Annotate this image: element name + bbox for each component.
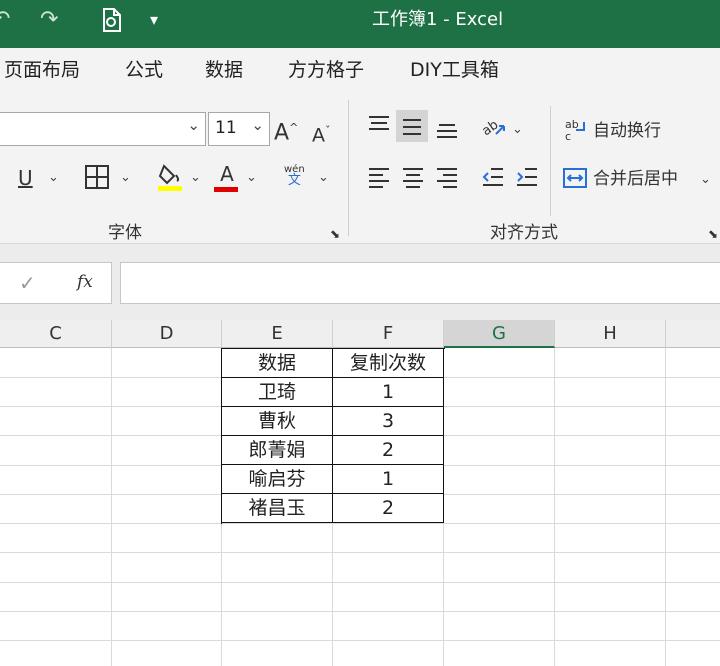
ribbon: ⌄ 11 ⌄ A^ Aˇ U ⌄ ⌄ ⌄ A ⌄ wén 文 ⌄ 字体 ⬊ ab…	[0, 92, 720, 244]
gridline	[554, 348, 555, 666]
tab-data[interactable]: 数据	[205, 58, 243, 82]
font-dialog-launcher-icon[interactable]: ⬊	[330, 222, 340, 246]
merge-center-label[interactable]: 合并后居中	[593, 167, 678, 191]
column-header-next[interactable]	[666, 320, 720, 348]
table-cell[interactable]: 1	[333, 465, 444, 494]
alignment-dialog-launcher-icon[interactable]: ⬊	[708, 222, 718, 246]
font-color-swatch	[214, 187, 238, 192]
tab-diy-toolbox[interactable]: DIY工具箱	[410, 58, 499, 82]
column-header-f[interactable]: F	[333, 320, 444, 348]
gridline	[0, 552, 720, 553]
undo-icon[interactable]: ↶	[0, 7, 10, 33]
column-header-g[interactable]: G	[444, 320, 555, 348]
align-top-icon[interactable]	[366, 114, 392, 141]
font-size-value: 11	[215, 118, 237, 138]
print-preview-icon[interactable]	[100, 7, 124, 40]
increase-indent-icon[interactable]	[514, 166, 540, 193]
column-header-c[interactable]: C	[0, 320, 112, 348]
column-header-h[interactable]: H	[555, 320, 666, 348]
worksheet-grid[interactable]: C D E F G H 数据 复制次数 卫琦 1 曹秋 3 郎菁娟 2 喻启芬 …	[0, 320, 720, 666]
table-cell[interactable]: 1	[333, 378, 444, 407]
font-group-label: 字体	[108, 223, 142, 243]
align-middle-icon[interactable]	[396, 110, 428, 142]
fill-color-icon[interactable]	[156, 162, 184, 197]
alignment-group-label: 对齐方式	[490, 223, 558, 243]
table-cell[interactable]: 3	[333, 407, 444, 436]
chevron-down-icon: ⌄	[251, 116, 264, 134]
gridline	[665, 348, 666, 666]
cancel-entry-icon[interactable]: ✓	[19, 271, 36, 295]
column-header-e[interactable]: E	[222, 320, 333, 348]
merge-center-icon[interactable]	[562, 166, 588, 195]
gridline	[0, 611, 720, 612]
wrap-text-icon[interactable]: ab c	[564, 118, 590, 147]
shrink-font-button[interactable]: Aˇ	[312, 119, 331, 147]
font-color-button[interactable]: A	[214, 162, 240, 192]
table-cell[interactable]: 卫琦	[222, 378, 333, 407]
chevron-down-icon[interactable]: ⌄	[246, 170, 257, 185]
tab-page-layout[interactable]: 页面布局	[4, 58, 80, 82]
column-header-d[interactable]: D	[112, 320, 222, 348]
wrap-text-label[interactable]: 自动换行	[593, 119, 661, 143]
align-right-icon[interactable]	[434, 166, 460, 193]
chevron-down-icon[interactable]: ⌄	[318, 170, 329, 185]
phonetic-guide-button[interactable]: wén 文	[284, 164, 305, 187]
chevron-down-icon[interactable]: ⌄	[700, 172, 711, 187]
ribbon-separator	[550, 106, 551, 216]
redo-icon[interactable]: ↷	[40, 7, 58, 33]
align-left-icon[interactable]	[366, 166, 392, 193]
table-cell[interactable]: 喻启芬	[222, 465, 333, 494]
table-header-cell[interactable]: 数据	[222, 349, 333, 378]
ribbon-tabs: 页面布局 公式 数据 方方格子 DIY工具箱	[0, 48, 720, 92]
customize-toolbar-icon[interactable]: ▾	[150, 7, 158, 33]
chevron-down-icon[interactable]: ⌄	[48, 170, 59, 185]
table-cell[interactable]: 褚昌玉	[222, 494, 333, 523]
svg-text:c: c	[565, 130, 571, 142]
ribbon-separator	[348, 100, 349, 236]
tab-fangfang-gezi[interactable]: 方方格子	[288, 58, 364, 82]
data-table: 数据 复制次数 卫琦 1 曹秋 3 郎菁娟 2 喻启芬 1 褚昌玉 2	[221, 348, 445, 524]
table-cell[interactable]: 2	[333, 494, 444, 523]
chevron-down-icon[interactable]: ⌄	[120, 170, 131, 185]
borders-icon[interactable]	[84, 164, 110, 195]
svg-text:ab: ab	[480, 118, 501, 138]
window-title: 工作簿1 - Excel	[372, 9, 504, 30]
gridline	[111, 348, 112, 666]
title-bar: ↶ ↷ ▾ 工作簿1 - Excel	[0, 0, 720, 48]
tab-formulas[interactable]: 公式	[125, 58, 163, 82]
formula-input[interactable]	[120, 262, 720, 304]
formula-buttons: ✓ fx	[0, 262, 112, 304]
font-size-combo[interactable]: 11 ⌄	[208, 112, 270, 146]
insert-function-button[interactable]: fx	[77, 272, 93, 292]
table-cell[interactable]: 曹秋	[222, 407, 333, 436]
font-name-combo[interactable]: ⌄	[0, 112, 206, 146]
table-header-cell[interactable]: 复制次数	[333, 349, 444, 378]
chevron-down-icon: ⌄	[187, 116, 200, 134]
formula-bar-area: ✓ fx	[0, 244, 720, 320]
gridline	[0, 640, 720, 641]
chevron-down-icon[interactable]: ⌄	[512, 122, 523, 137]
chevron-down-icon[interactable]: ⌄	[190, 170, 201, 185]
table-cell[interactable]: 2	[333, 436, 444, 465]
table-cell[interactable]: 郎菁娟	[222, 436, 333, 465]
grow-font-button[interactable]: A^	[274, 116, 298, 145]
gridline	[0, 582, 720, 583]
align-center-icon[interactable]	[400, 166, 426, 193]
underline-button[interactable]: U	[18, 166, 33, 190]
decrease-indent-icon[interactable]	[480, 166, 506, 193]
orientation-icon[interactable]: ab	[479, 114, 508, 143]
align-bottom-icon[interactable]	[434, 118, 460, 145]
